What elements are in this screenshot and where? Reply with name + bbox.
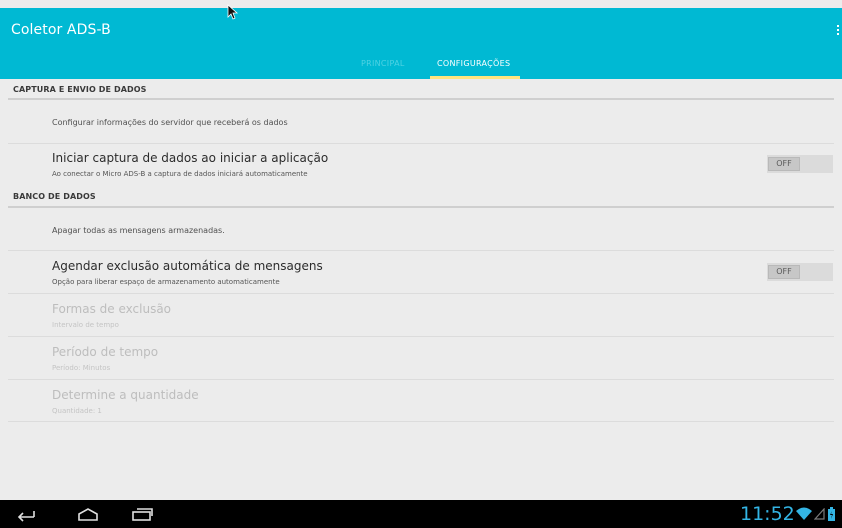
action-bar: Coletor ADS-B xyxy=(0,8,842,50)
mouse-cursor-icon xyxy=(227,4,239,20)
pref-quantity-summary: Quantidade: 1 xyxy=(52,407,102,415)
section-header-database: BANCO DE DADOS xyxy=(13,192,96,201)
settings-list: CAPTURA E ENVIO DE DADOS Configurar info… xyxy=(0,79,842,500)
signal-icon xyxy=(814,508,825,520)
tab-principal[interactable]: PRINCIPAL xyxy=(361,59,405,68)
pref-auto-capture-title[interactable]: Iniciar captura de dados ao iniciar a ap… xyxy=(52,151,328,165)
tab-bar: PRINCIPAL CONFIGURAÇÕES xyxy=(0,50,842,79)
recent-apps-icon[interactable] xyxy=(130,505,154,523)
row-divider xyxy=(8,143,834,144)
switch-state: OFF xyxy=(768,265,800,279)
pref-auto-delete-summary: Opção para liberar espaço de armazenamen… xyxy=(52,278,280,286)
pref-auto-delete-title[interactable]: Agendar exclusão automática de mensagens xyxy=(52,259,323,273)
overflow-menu-icon[interactable] xyxy=(834,20,842,40)
row-divider xyxy=(8,421,834,422)
pref-time-period-title: Período de tempo xyxy=(52,345,159,359)
pref-delete-mode-summary: Intervalo de tempo xyxy=(52,321,119,329)
battery-icon xyxy=(828,507,835,521)
status-clock: 11:52 xyxy=(740,503,795,525)
auto-capture-switch[interactable]: OFF xyxy=(767,155,833,173)
status-strip xyxy=(0,0,842,8)
row-divider xyxy=(8,250,834,251)
section-header-capture: CAPTURA E ENVIO DE DADOS xyxy=(13,85,147,94)
section-divider xyxy=(8,206,834,208)
back-icon[interactable] xyxy=(14,505,38,523)
pref-auto-capture-summary: Ao conectar o Micro ADS-B a captura de d… xyxy=(52,170,308,178)
tab-configuracoes[interactable]: CONFIGURAÇÕES xyxy=(437,59,510,68)
auto-delete-switch[interactable]: OFF xyxy=(767,263,833,281)
pref-server-config[interactable]: Configurar informações do servidor que r… xyxy=(52,118,288,127)
pref-delete-mode-title: Formas de exclusão xyxy=(52,302,172,316)
pref-time-period-summary: Período: Minutos xyxy=(52,364,111,372)
switch-state: OFF xyxy=(768,157,800,171)
pref-quantity-title: Determine a quantidade xyxy=(52,388,199,402)
row-divider xyxy=(8,293,834,294)
navigation-bar: 11:52 xyxy=(0,500,842,528)
row-divider xyxy=(8,379,834,380)
home-icon[interactable] xyxy=(76,505,100,523)
app-title: Coletor ADS-B xyxy=(11,22,111,38)
section-divider xyxy=(8,98,834,100)
row-divider xyxy=(8,336,834,337)
pref-delete-all[interactable]: Apagar todas as mensagens armazenadas. xyxy=(52,226,225,235)
wifi-icon xyxy=(796,507,812,520)
